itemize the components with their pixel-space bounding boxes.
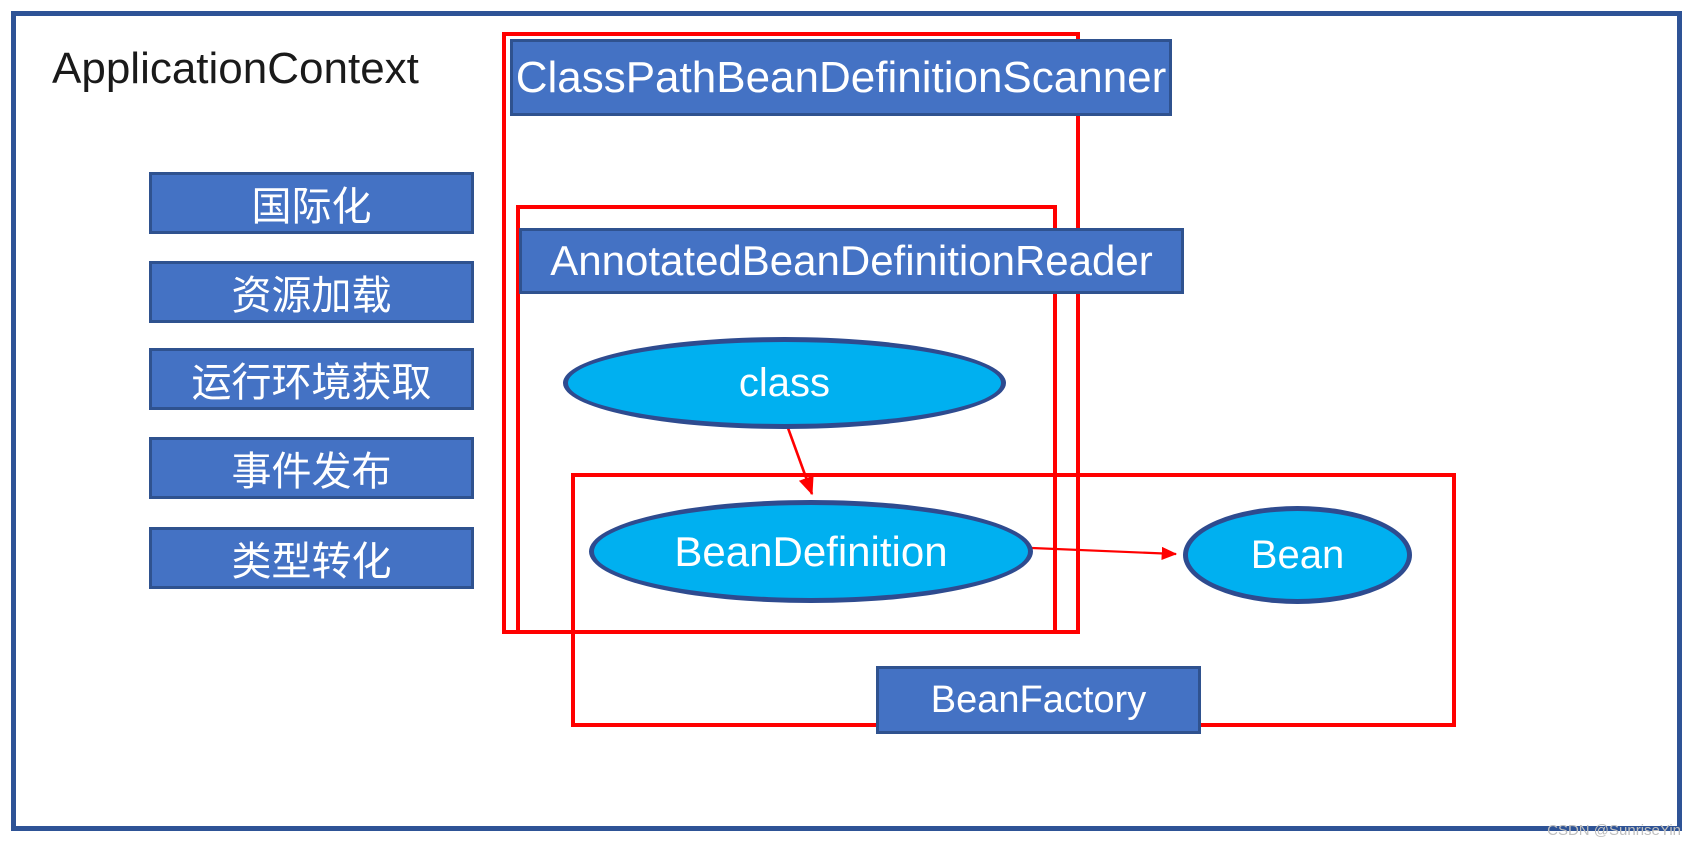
node-class[interactable]: class — [563, 337, 1006, 429]
node-label: BeanDefinition — [674, 527, 948, 575]
component-label: ClassPathBeanDefinitionScanner — [515, 52, 1167, 102]
component-classpath-bean-definition-scanner[interactable]: ClassPathBeanDefinitionScanner — [510, 39, 1172, 116]
component-annotated-bean-definition-reader[interactable]: AnnotatedBeanDefinitionReader — [519, 228, 1184, 294]
sidebar-item-label: 国际化 — [251, 185, 372, 229]
sidebar-item-internationalization[interactable]: 国际化 — [149, 172, 474, 234]
component-label: BeanFactory — [930, 678, 1147, 721]
sidebar-item-label: 运行环境获取 — [191, 361, 432, 405]
sidebar-item-type-conversion[interactable]: 类型转化 — [149, 527, 474, 589]
sidebar-item-label: 资源加载 — [231, 274, 392, 318]
sidebar-item-label: 类型转化 — [231, 540, 392, 584]
sidebar-item-environment-access[interactable]: 运行环境获取 — [149, 348, 474, 410]
sidebar-item-resource-loading[interactable]: 资源加载 — [149, 261, 474, 323]
component-bean-factory[interactable]: BeanFactory — [876, 666, 1201, 734]
node-label: Bean — [1250, 532, 1345, 577]
component-label: AnnotatedBeanDefinitionReader — [550, 237, 1153, 284]
node-bean[interactable]: Bean — [1183, 506, 1412, 604]
diagram-canvas: ApplicationContext 国际化 资源加载 运行环境获取 事件发布 … — [0, 0, 1703, 849]
sidebar-item-label: 事件发布 — [231, 450, 392, 494]
watermark: CSDN @SunriseYin — [1547, 822, 1681, 839]
page-title: ApplicationContext — [52, 44, 419, 93]
sidebar-item-event-publishing[interactable]: 事件发布 — [149, 437, 474, 499]
node-label: class — [738, 360, 831, 405]
node-bean-definition[interactable]: BeanDefinition — [589, 500, 1033, 603]
